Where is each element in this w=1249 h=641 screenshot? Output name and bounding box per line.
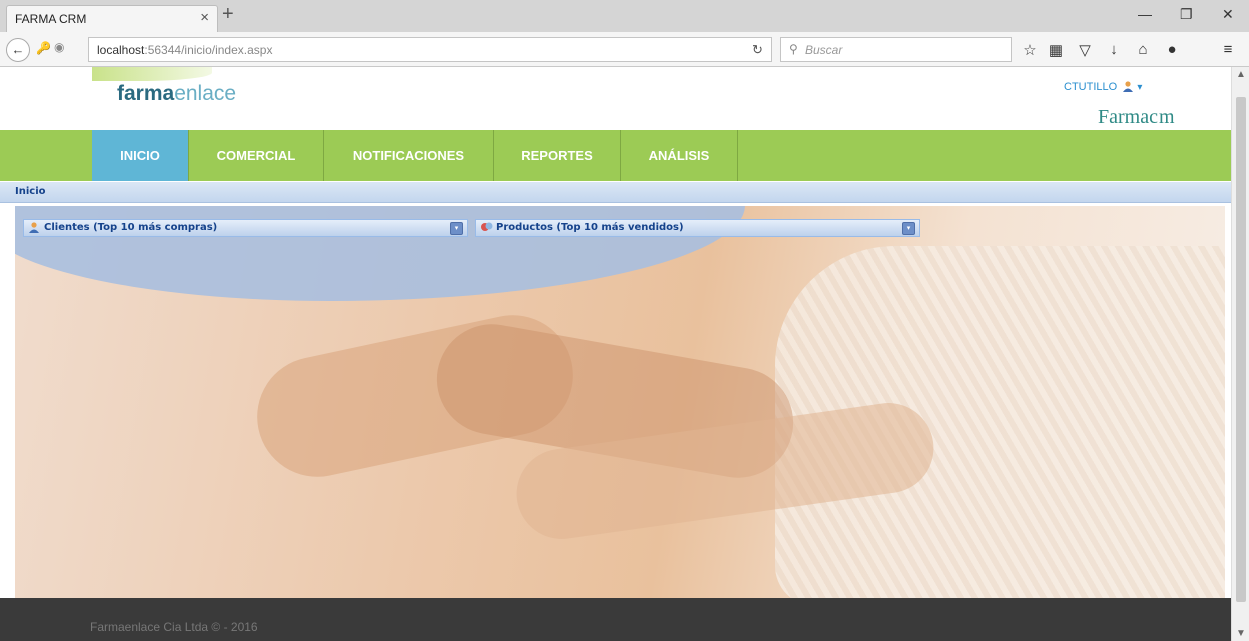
clientes-panel-header[interactable]: Clientes (Top 10 más compras) ▾ (23, 219, 468, 237)
user-icon (28, 221, 40, 236)
user-menu[interactable]: CTUTILLO ▾ (1064, 80, 1142, 93)
dashboard-content: Clientes (Top 10 más compras) ▾ Producto… (15, 206, 1225, 598)
copyright-text: Farmaenlace Cia Ltda © - 2016 (90, 620, 258, 634)
search-icon: ⚲ (789, 42, 798, 56)
minimize-button[interactable]: — (1138, 6, 1152, 22)
menu-item-comercial[interactable]: COMERCIAL (189, 130, 324, 181)
breadcrumb-current: Inicio (15, 186, 46, 197)
scroll-up-icon[interactable]: ▲ (1236, 69, 1246, 80)
browser-tab-bar: FARMA CRM × + — ❐ ✕ (0, 0, 1249, 33)
key-icon[interactable]: 🔑 (36, 41, 51, 55)
menu-item-analisis[interactable]: ANÁLISIS (621, 130, 738, 181)
user-name: CTUTILLO (1064, 81, 1118, 93)
address-bar[interactable]: localhost:56344/inicio/index.aspx (88, 37, 772, 62)
web-page: farmaenlace CTUTILLO ▾ Farmacm INICIO CO… (0, 67, 1231, 641)
menu-item-notificaciones[interactable]: NOTIFICACIONES (324, 130, 494, 181)
product-icon (480, 221, 494, 236)
panel-title: Clientes (Top 10 más compras) (44, 222, 218, 233)
close-window-button[interactable]: ✕ (1222, 6, 1234, 23)
back-arrow-icon[interactable]: ← (6, 38, 30, 62)
scroll-thumb[interactable] (1236, 97, 1246, 602)
collapse-toggle-icon[interactable]: ▾ (902, 222, 915, 235)
productos-panel-header[interactable]: Productos (Top 10 más vendidos) ▾ (475, 219, 920, 237)
search-input[interactable]: ⚲ Buscar (780, 37, 1012, 62)
reload-icon[interactable]: ↻ (752, 42, 763, 58)
menu-icon[interactable]: ≡ (1218, 41, 1238, 58)
scroll-down-icon[interactable]: ▼ (1236, 628, 1246, 639)
close-tab-icon[interactable]: × (200, 9, 209, 26)
breadcrumb: Inicio (0, 182, 1231, 203)
home-icon[interactable]: ⌂ (1133, 41, 1153, 58)
collapse-toggle-icon[interactable]: ▾ (450, 222, 463, 235)
globe-icon[interactable]: ◉ (54, 40, 64, 54)
farmacm-brand: Farmacm (1098, 106, 1176, 128)
menu-item-inicio[interactable]: INICIO (92, 130, 189, 181)
download-icon[interactable]: ↓ (1104, 41, 1124, 58)
new-tab-button[interactable]: + (222, 3, 234, 26)
pocket-icon[interactable]: ▽ (1075, 41, 1095, 59)
restore-button[interactable]: ❐ (1180, 6, 1193, 23)
panel-title: Productos (Top 10 más vendidos) (496, 222, 684, 233)
user-icon (1123, 81, 1134, 92)
chat-icon[interactable]: ● (1162, 41, 1182, 58)
reading-list-icon[interactable]: ▦ (1046, 41, 1066, 59)
page-header: farmaenlace CTUTILLO ▾ Farmacm (0, 67, 1231, 130)
tab-title: FARMA CRM (15, 12, 87, 26)
search-placeholder: Buscar (805, 43, 843, 57)
main-menu: INICIO COMERCIAL NOTIFICACIONES REPORTES… (0, 130, 1231, 181)
farmaenlace-logo[interactable]: farmaenlace (117, 82, 236, 106)
url-text[interactable]: localhost:56344/inicio/index.aspx (97, 43, 272, 57)
page-footer: Farmaenlace Cia Ltda © - 2016 (0, 598, 1231, 641)
page-scrollbar[interactable]: ▲ ▼ (1231, 67, 1249, 641)
chevron-down-icon: ▾ (1137, 82, 1143, 93)
menu-item-reportes[interactable]: REPORTES (494, 130, 621, 181)
logo-swoosh (92, 67, 212, 81)
browser-tab[interactable]: FARMA CRM × (6, 5, 218, 33)
star-icon[interactable]: ☆ (1020, 41, 1040, 59)
